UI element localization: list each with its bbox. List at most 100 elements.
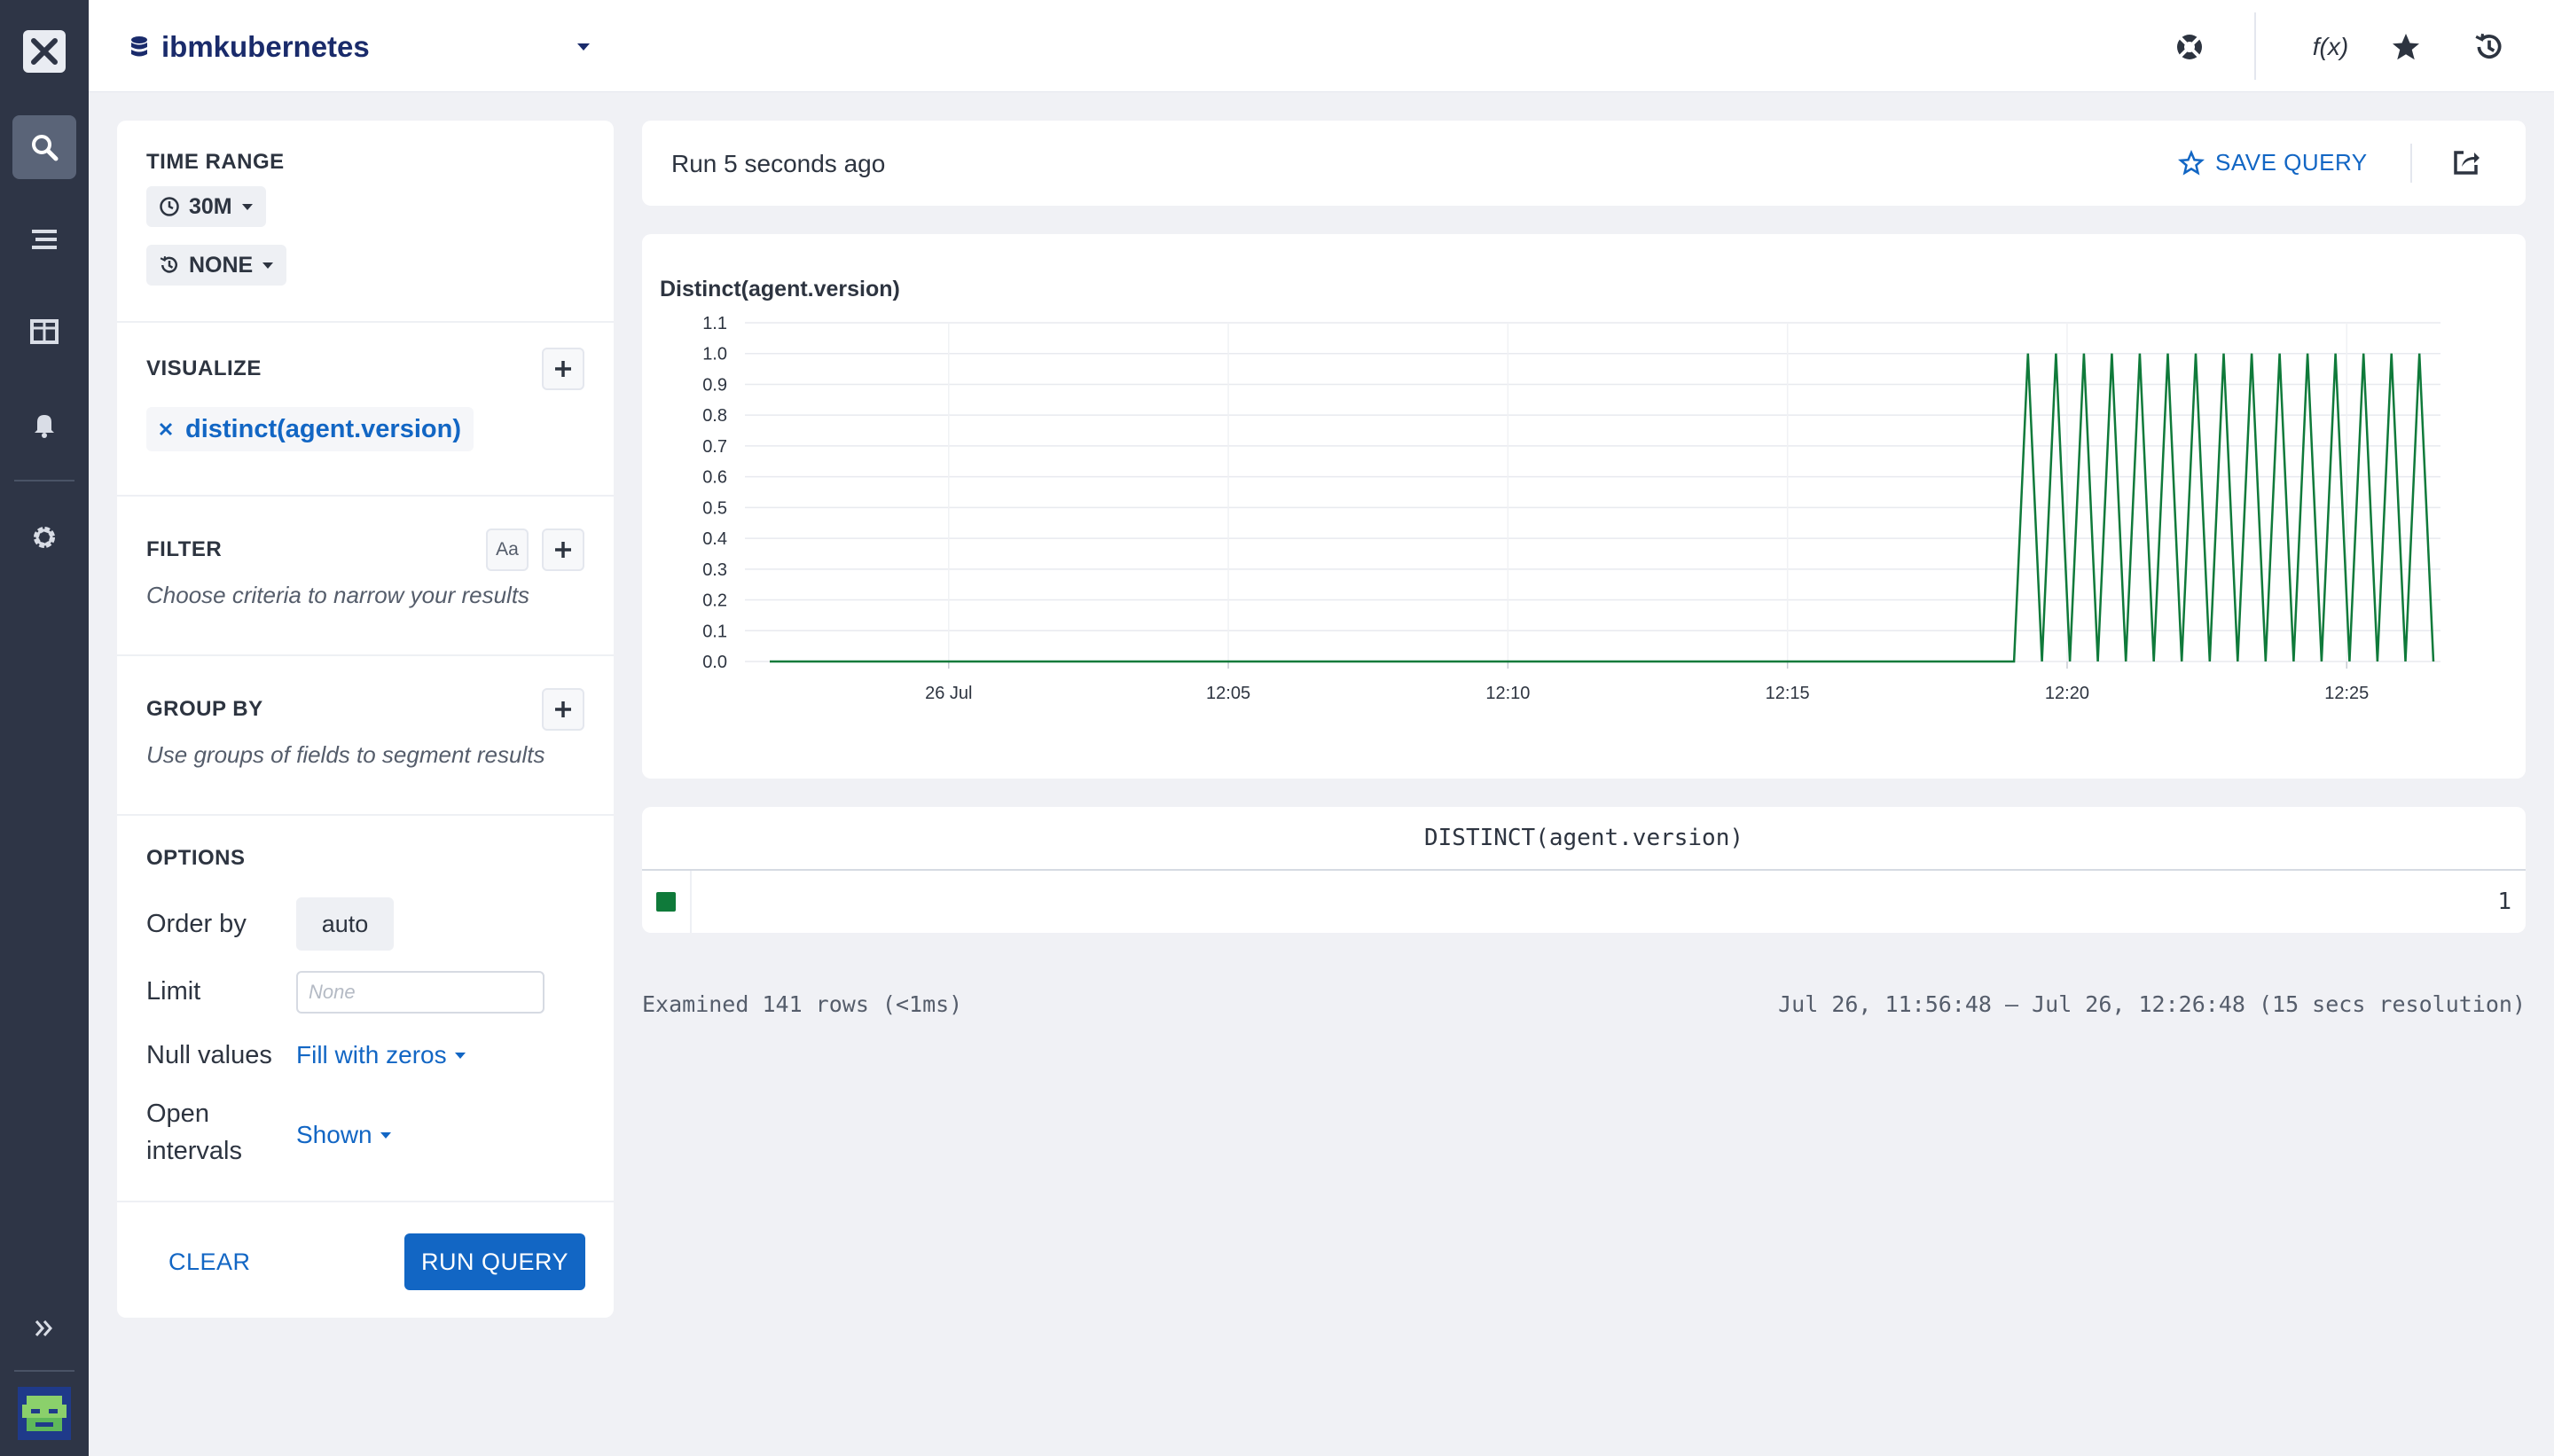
line-chart: Distinct(agent.version) 0.0 0.1 0.2 0.3 0.4 0.… <box>660 277 2440 703</box>
history-icon <box>160 255 177 273</box>
time-range-title: TIME RANGE <box>146 150 285 174</box>
help-lifebuoy-icon[interactable] <box>2169 27 2210 67</box>
group-by-title: GROUP BY <box>146 697 263 721</box>
filter-title: FILTER <box>146 537 223 561</box>
order-by-label: Order by <box>146 910 247 938</box>
filter-hint: Choose criteria to narrow your results <box>146 582 530 608</box>
null-values-label: Null values <box>146 1041 272 1069</box>
history-icon[interactable] <box>2469 27 2510 67</box>
group-by-section: GROUP BY Use groups of fields to segment… <box>117 656 614 816</box>
table-cell-value: 1 <box>2497 888 2511 915</box>
open-intervals-label: Open <box>146 1100 209 1128</box>
results-table: DISTINCT(agent.version) 1 <box>642 807 2526 933</box>
table-row[interactable]: 1 <box>642 871 2526 933</box>
y-tick-label: 0.5 <box>702 498 727 518</box>
double-chevron-right-icon[interactable] <box>12 1296 76 1360</box>
settings-gear-icon[interactable] <box>12 505 76 569</box>
database-icon <box>131 36 147 57</box>
avatar[interactable] <box>18 1387 71 1440</box>
visualization-label[interactable]: distinct(agent.version) <box>185 415 461 444</box>
chart-title: Distinct(agent.version) <box>660 277 900 301</box>
examined-rows-text: Examined 141 rows (<1ms) <box>642 991 963 1017</box>
x-tick-label: 12:05 <box>1206 684 1250 703</box>
x-tick-label: 12:25 <box>2324 684 2369 703</box>
limit-input[interactable]: None <box>296 971 544 1014</box>
clock-icon <box>160 197 179 216</box>
open-intervals-label-line2: intervals <box>146 1137 242 1165</box>
time-range-value: 30M <box>189 193 232 219</box>
x-tick-label: 12:10 <box>1485 684 1530 703</box>
y-tick-label: 0.4 <box>702 529 727 549</box>
y-tick-label: 0.0 <box>702 653 727 672</box>
x-tick-label: 12:20 <box>2045 684 2089 703</box>
table-header: DISTINCT(agent.version) <box>642 807 2526 871</box>
save-query-label: SAVE QUERY <box>2215 149 2368 176</box>
plus-icon <box>555 361 571 377</box>
time-range-button[interactable]: 30M <box>146 186 266 227</box>
chevron-down-icon <box>454 1053 466 1059</box>
dashboards-icon[interactable] <box>12 300 76 364</box>
visualization-chip[interactable]: distinct(agent.version) <box>146 407 474 451</box>
function-icon[interactable]: f(x) <box>2304 27 2357 67</box>
close-icon[interactable] <box>159 422 173 436</box>
time-range-resolution-text: Jul 26, 11:56:48 – Jul 26, 12:26:48 (15 … <box>1778 991 2526 1017</box>
chevron-down-icon[interactable] <box>576 41 591 57</box>
runbar-divider <box>2410 144 2412 183</box>
plus-icon <box>555 542 571 558</box>
order-by-select[interactable]: auto <box>296 897 394 951</box>
y-tick-label: 0.7 <box>702 437 727 457</box>
open-intervals-select[interactable]: Shown <box>296 1121 392 1149</box>
time-range-section: TIME RANGE 30M NONE <box>117 121 614 323</box>
topbar-divider <box>2254 12 2256 80</box>
search-icon[interactable] <box>12 115 76 179</box>
add-filter-button[interactable] <box>542 528 584 571</box>
y-tick-label: 1.0 <box>702 345 727 364</box>
options-title: OPTIONS <box>146 846 246 870</box>
case-sensitivity-toggle[interactable]: Aa <box>486 528 529 571</box>
nav-divider <box>14 1370 74 1372</box>
left-nav <box>0 0 89 1456</box>
query-run-bar: Run 5 seconds ago SAVE QUERY <box>642 121 2526 206</box>
share-icon[interactable] <box>2451 147 2481 182</box>
y-tick-label: 0.8 <box>702 406 727 426</box>
filter-section: FILTER Aa Choose criteria to narrow your… <box>117 497 614 656</box>
streams-icon[interactable] <box>12 207 76 271</box>
y-tick-label: 1.1 <box>702 314 727 333</box>
x-tick-label: 12:15 <box>1766 684 1810 703</box>
compare-button[interactable]: NONE <box>146 245 287 286</box>
compare-value: NONE <box>189 252 254 278</box>
plus-icon <box>555 701 571 717</box>
null-values-select[interactable]: Fill with zeros <box>296 1041 466 1069</box>
limit-label: Limit <box>146 977 201 1006</box>
open-intervals-value: Shown <box>296 1121 372 1148</box>
y-tick-label: 0.9 <box>702 375 727 395</box>
star-icon[interactable] <box>2386 27 2426 67</box>
run-query-button[interactable]: RUN QUERY <box>404 1233 585 1290</box>
group-by-hint: Use groups of fields to segment results <box>146 741 545 768</box>
add-group-by-button[interactable] <box>542 688 584 731</box>
nav-divider <box>14 480 74 481</box>
x-tick-label: 26 Jul <box>925 684 972 703</box>
save-query-button[interactable]: SAVE QUERY <box>2178 149 2368 176</box>
null-values-value: Fill with zeros <box>296 1041 447 1069</box>
chevron-down-icon <box>241 204 253 210</box>
dataset-name: ibmkubernetes <box>161 30 370 63</box>
top-bar: ibmkubernetes f(x) <box>89 0 2554 92</box>
chevron-down-icon <box>262 262 274 269</box>
run-status-text: Run 5 seconds ago <box>671 150 886 177</box>
y-tick-label: 0.6 <box>702 468 727 488</box>
y-tick-label: 0.3 <box>702 560 727 580</box>
chevron-down-icon <box>380 1132 391 1139</box>
app-logo-icon[interactable] <box>23 30 66 73</box>
chart-card: Distinct(agent.version) 0.0 0.1 0.2 0.3 0.4 0.… <box>642 234 2526 779</box>
query-builder-panel: TIME RANGE 30M NONE VISUALIZE distinct(a… <box>117 121 614 1318</box>
monitors-bell-icon[interactable] <box>12 392 76 456</box>
clear-button[interactable]: CLEAR <box>168 1249 251 1276</box>
dataset-selector[interactable]: ibmkubernetes <box>129 30 370 64</box>
visualize-title: VISUALIZE <box>146 356 262 380</box>
series-swatch <box>656 892 676 912</box>
add-visualization-button[interactable] <box>542 348 584 390</box>
y-tick-label: 0.2 <box>702 591 727 611</box>
series-color-cell <box>642 871 692 933</box>
y-tick-label: 0.1 <box>702 622 727 641</box>
